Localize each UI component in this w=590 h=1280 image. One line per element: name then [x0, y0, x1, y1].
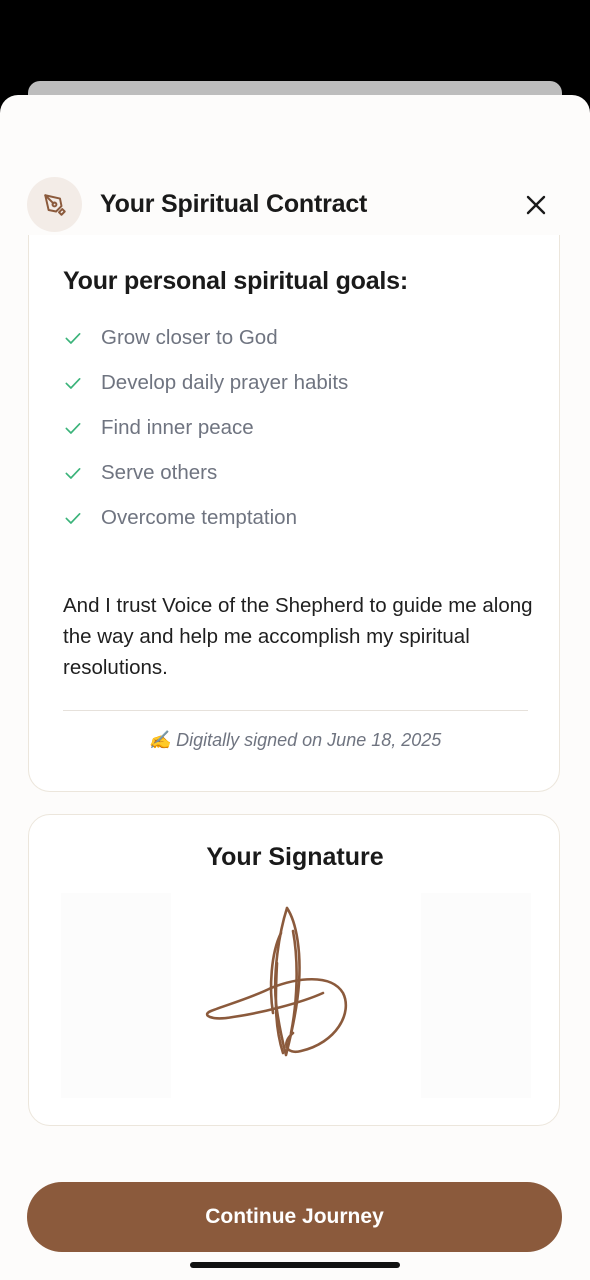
goal-item: Overcome temptation [63, 495, 348, 540]
signature-card: Your Signature [28, 814, 560, 1126]
close-icon [526, 195, 546, 215]
check-icon [63, 462, 85, 484]
goal-item: Grow closer to God [63, 315, 348, 360]
goals-card: Your personal spiritual goals: Grow clos… [28, 235, 560, 792]
pen-nib-icon [27, 177, 82, 232]
goal-item: Find inner peace [63, 405, 348, 450]
goal-label: Serve others [101, 460, 218, 484]
signature-drawing [205, 906, 348, 1057]
check-icon [63, 327, 85, 349]
contract-sheet: Your Spiritual Contract Your personal sp… [0, 95, 590, 1280]
page-title: Your Spiritual Contract [100, 190, 368, 218]
signature-pad [61, 893, 531, 1098]
goal-label: Find inner peace [101, 415, 254, 439]
goal-label: Overcome temptation [101, 505, 297, 529]
trust-statement: And I trust Voice of the Shepherd to gui… [63, 594, 533, 679]
signature-heading: Your Signature [206, 843, 384, 871]
goal-label: Develop daily prayer habits [101, 370, 349, 394]
signed-date: ✍️ Digitally signed on June 18, 2025 [148, 730, 442, 750]
check-icon [63, 372, 85, 394]
sheet-header: Your Spiritual Contract [0, 177, 590, 233]
goals-heading: Your personal spiritual goals: [63, 267, 408, 295]
goals-list: Grow closer to God Develop daily prayer … [63, 315, 348, 540]
goal-item: Develop daily prayer habits [63, 360, 348, 405]
divider [63, 710, 528, 711]
check-icon [63, 417, 85, 439]
continue-journey-button[interactable]: Continue Journey [27, 1182, 562, 1252]
goal-label: Grow closer to God [101, 325, 278, 349]
home-indicator [190, 1262, 400, 1268]
check-icon [63, 507, 85, 529]
goal-item: Serve others [63, 450, 348, 495]
close-button[interactable] [516, 185, 556, 225]
